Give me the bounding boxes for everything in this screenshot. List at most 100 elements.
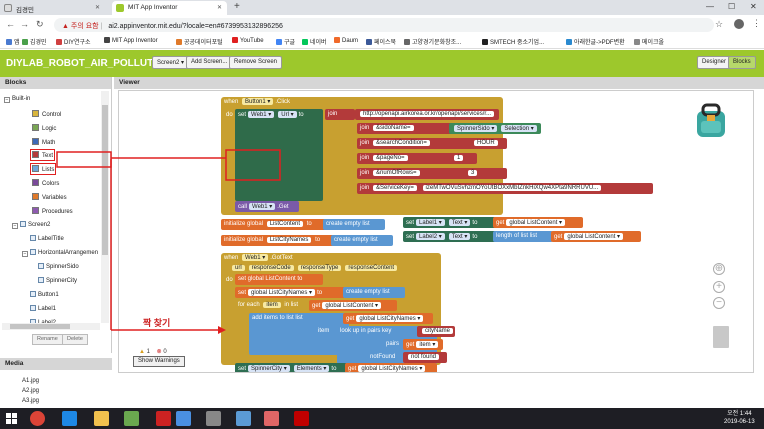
scroll-thumb[interactable] (102, 105, 108, 255)
rename-button[interactable]: Rename (32, 334, 63, 345)
component-spinnersido[interactable]: SpinnerSido (38, 263, 79, 270)
bookmark-item[interactable]: 메이크올 (634, 37, 664, 46)
web1-dropdown[interactable]: Web1 ▾ (248, 111, 275, 118)
explorer-icon[interactable] (94, 411, 109, 426)
minimize-icon[interactable]: — (706, 2, 714, 11)
bookmark-naver[interactable]: 네이버 (302, 37, 327, 46)
init-global-listcontent[interactable]: initialize global ListContent to (221, 219, 333, 230)
new-tab-icon[interactable]: + (234, 1, 240, 12)
set-label1-text[interactable]: set Label1 ▾ Text ▾ to (403, 217, 499, 228)
tree-builtin[interactable]: − Built-in (4, 96, 30, 103)
media-file[interactable]: A2.jpg (22, 388, 39, 394)
close-icon[interactable]: ✕ (217, 4, 222, 11)
menu-kebab-icon[interactable]: ⋮ (752, 18, 761, 29)
back-icon[interactable]: ← (6, 19, 15, 29)
tab-inactive[interactable]: 김경민 ✕ (0, 1, 105, 15)
maximize-icon[interactable]: ☐ (728, 2, 735, 11)
bookmark-youtube[interactable]: YouTube (232, 37, 264, 44)
app-icon[interactable] (236, 411, 251, 426)
category-variables[interactable]: Variables (32, 193, 67, 201)
forward-icon[interactable]: → (20, 19, 29, 29)
windows-start-icon[interactable] (6, 413, 17, 424)
screen-select[interactable]: Screen2 ▾ (152, 56, 190, 69)
get-global-listcontent[interactable]: get global ListContent ▾ (493, 217, 583, 228)
get-item[interactable]: get item ▾ (403, 339, 443, 350)
bookmark-item[interactable]: SMTECH 중소기업... (482, 37, 544, 46)
backpack-icon[interactable] (691, 101, 731, 141)
text-url[interactable]: http://openapi.airkorea.or.kr/openapi/se… (355, 109, 500, 120)
component-spinnercity[interactable]: SpinnerCity (38, 277, 77, 284)
blocks-vscrollbar[interactable] (101, 91, 109, 323)
app-icon[interactable] (156, 411, 171, 426)
create-empty-list[interactable]: create empty list (331, 235, 393, 246)
get-global-listcontent[interactable]: get global ListContent ▾ (551, 231, 641, 242)
bookmark-star-icon[interactable]: ☆ (715, 19, 723, 30)
category-lists[interactable]: Lists (29, 163, 57, 175)
tree-screen2[interactable]: − Screen2 (12, 221, 50, 229)
bookmark-facebook[interactable]: 페이스북 (366, 37, 396, 46)
designer-button[interactable]: Designer (697, 56, 732, 69)
trash-icon[interactable] (713, 326, 729, 348)
text-cityname[interactable]: cityName (417, 326, 455, 337)
get-global-listcitynames[interactable]: get global ListCityNames ▾ (343, 313, 433, 324)
set-global-listcontent[interactable]: set global ListContent to (235, 274, 323, 285)
component-horizontalarrangement[interactable]: − HorizontalArrangemen (22, 249, 98, 257)
bookmark-google[interactable]: 구글 (276, 37, 295, 46)
show-warnings-button[interactable]: Show Warnings (133, 356, 185, 367)
taskbar-clock[interactable]: 오전 1:44 2019-06-13 (724, 410, 755, 426)
app-icon[interactable] (176, 411, 191, 426)
chrome-icon[interactable] (30, 411, 45, 426)
media-file[interactable]: A1.jpg (22, 378, 39, 384)
set-spinnercity-elements[interactable]: set SpinnerCity ▾ Elements ▾ to (235, 363, 347, 372)
tab-active[interactable]: MIT App Inventor ✕ (112, 1, 227, 15)
create-empty-list[interactable]: create empty list (343, 287, 405, 298)
bookmark-item[interactable]: 공공데이터포털 (176, 37, 223, 46)
component-labeltitle[interactable]: LabelTitle (30, 235, 64, 242)
app-icon[interactable] (264, 411, 279, 426)
add-screen-button[interactable]: Add Screen... (186, 56, 233, 69)
delete-button[interactable]: Delete (62, 334, 88, 345)
call-web1-get-block[interactable]: call Web1 ▾ .Get (235, 201, 299, 212)
component-button1[interactable]: Button1 (30, 291, 59, 298)
button1-dropdown[interactable]: Button1 ▾ (242, 98, 274, 105)
blocks-button[interactable]: Blocks (728, 56, 756, 69)
bookmark-item[interactable]: 고양경기문화창조... (404, 37, 461, 46)
create-empty-list[interactable]: create empty list (323, 219, 385, 230)
app-icon[interactable] (206, 411, 221, 426)
length-of-list[interactable]: length of list list (493, 231, 553, 242)
blocks-workspace[interactable]: when Button1 ▾ .Click do set Web1 ▾ Url ▾ to… (118, 90, 754, 373)
join-block[interactable]: join &ServiceKey= izeMTwOVuSvhzmOYoUtBOX… (357, 183, 653, 194)
blocks-hscrollbar[interactable] (2, 323, 100, 330)
bookmark-apps[interactable]: 앱 (6, 37, 20, 46)
scroll-thumb[interactable] (10, 324, 70, 329)
category-logic[interactable]: Logic (32, 124, 56, 132)
collapse-toggle-icon[interactable]: − (12, 223, 18, 229)
text-three[interactable]: 3 (463, 168, 487, 179)
text-notfound[interactable]: not found (403, 352, 447, 363)
get-global-listcitynames[interactable]: get global ListCityNames ▾ (345, 363, 437, 372)
category-control[interactable]: Control (32, 110, 61, 118)
media-file[interactable]: A3.jpg (22, 398, 39, 404)
bookmark-item[interactable]: 김경민 (22, 37, 47, 46)
set-label2-text[interactable]: set Label2 ▾ Text ▾ to (403, 231, 499, 242)
collapse-toggle-icon[interactable]: − (4, 97, 10, 103)
set-web1-url-block[interactable]: set Web1 ▾ Url ▾ to (235, 109, 323, 201)
remove-screen-button[interactable]: Remove Screen (229, 56, 283, 69)
category-procedures[interactable]: Procedures (32, 207, 73, 215)
recenter-icon[interactable]: ⊕ (713, 263, 725, 275)
category-math[interactable]: Math (32, 138, 55, 146)
bookmark-item[interactable]: 아래한글->PDF변환 (566, 37, 625, 46)
text-hour[interactable]: HOUR (469, 138, 507, 149)
close-icon[interactable]: ✕ (95, 4, 100, 11)
category-colors[interactable]: Colors (32, 179, 59, 187)
window-close-icon[interactable]: ✕ (750, 2, 757, 11)
init-global-listcitynames[interactable]: initialize global ListCityNames to (221, 235, 339, 246)
bookmark-item[interactable]: DIY연구소 (56, 37, 91, 46)
app-icon[interactable] (124, 411, 139, 426)
profile-avatar[interactable] (734, 19, 744, 29)
reload-icon[interactable]: ↻ (36, 19, 44, 30)
join-block[interactable]: join (325, 109, 355, 120)
component-label1[interactable]: Label1 (30, 305, 56, 312)
url-prop-dropdown[interactable]: Url ▾ (278, 111, 297, 118)
zoom-out-icon[interactable]: − (713, 297, 725, 309)
